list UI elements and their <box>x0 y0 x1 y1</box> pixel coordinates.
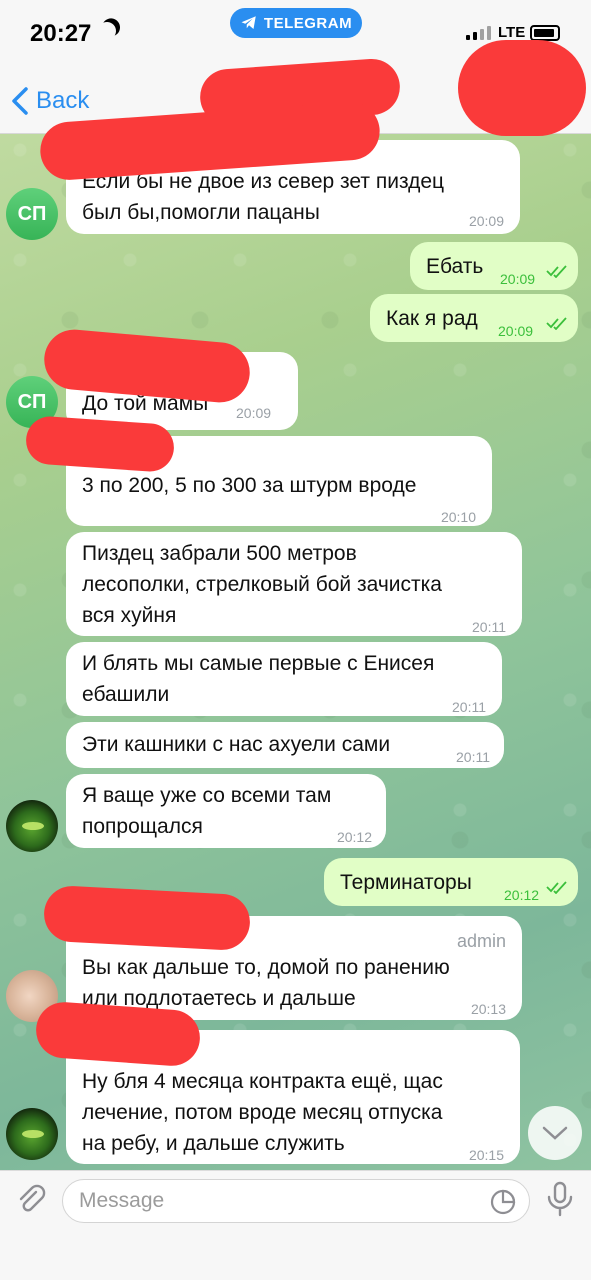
message-text: Пиздец забрали 500 метров лесополки, стр… <box>82 542 442 627</box>
message-text: Как я рад <box>386 307 478 330</box>
message-text: Я ваще уже со всеми там попрощался <box>82 784 332 838</box>
moon-icon <box>95 19 118 42</box>
avatar[interactable]: СП <box>6 188 58 240</box>
chevron-down-icon <box>542 1126 568 1140</box>
composer-bar <box>0 1170 591 1280</box>
paperclip-icon[interactable] <box>14 1183 48 1217</box>
message-time: 20:12 <box>504 887 540 903</box>
message-text: Если бы не двое из север зет пиздец был … <box>82 170 445 224</box>
message-time: 20:09 <box>500 271 536 287</box>
avatar[interactable] <box>6 800 58 852</box>
message-field[interactable] <box>62 1179 530 1223</box>
back-label: Back <box>36 87 90 114</box>
message-text: 3 по 200, 5 по 300 за штурм вроде <box>82 474 417 497</box>
chevron-left-icon <box>12 87 28 115</box>
message-time: 20:09 <box>236 405 272 421</box>
message-time: 20:15 <box>468 1147 504 1163</box>
double-check-icon <box>546 317 567 330</box>
message-bubble[interactable]: Терминаторы 20:12 <box>324 858 578 906</box>
message-time: 20:12 <box>336 829 372 845</box>
message-text: И блять мы самые первые с Енисея ебашили <box>82 652 435 706</box>
network-label: LTE <box>498 24 526 41</box>
telegram-pill-label: TELEGRAM <box>263 14 353 32</box>
telegram-pill[interactable]: TELEGRAM <box>230 8 362 38</box>
message-input[interactable] <box>79 1180 479 1222</box>
message-bubble[interactable]: И блять мы самые первые с Енисея ебашили… <box>66 642 502 716</box>
message-bubble[interactable]: Эти кашники с нас ахуели сами 20:11 <box>66 722 504 768</box>
avatar[interactable] <box>6 1108 58 1160</box>
message-text: Эти кашники с нас ахуели сами <box>82 733 391 756</box>
sticker-icon[interactable] <box>489 1188 517 1216</box>
double-check-icon <box>546 881 567 894</box>
message-text: Вы как дальше то, домой по ранению или п… <box>82 956 450 1010</box>
microphone-icon[interactable] <box>544 1181 576 1217</box>
message-time: 20:11 <box>456 749 490 765</box>
message-time: 20:10 <box>440 509 476 525</box>
back-button[interactable]: Back <box>10 86 89 116</box>
message-bubble[interactable]: Я ваще уже со всеми там попрощался 20:12 <box>66 774 386 848</box>
message-text: Терминаторы <box>340 871 472 894</box>
message-bubble[interactable]: Как я рад 20:09 <box>370 294 578 342</box>
message-time: 20:11 <box>452 699 486 715</box>
redaction-mark <box>34 1000 202 1068</box>
message-bubble[interactable]: Ебать 20:09 <box>410 242 578 290</box>
message-time: 20:11 <box>472 619 506 635</box>
signal-icon <box>466 24 491 40</box>
message-time: 20:09 <box>468 213 504 229</box>
message-bubble[interactable]: Пиздец забрали 500 метров лесополки, стр… <box>66 532 522 636</box>
scroll-down-button[interactable] <box>528 1106 582 1160</box>
message-text: Ну бля 4 месяца контракта ещё, щас лечен… <box>82 1070 443 1155</box>
battery-icon <box>530 25 560 41</box>
admin-badge: admin <box>456 931 506 951</box>
telegram-plane-icon <box>241 16 256 29</box>
message-time: 20:09 <box>498 323 534 339</box>
message-time: 20:13 <box>470 1001 506 1017</box>
redaction-mark <box>42 884 252 952</box>
redaction-mark <box>458 40 586 136</box>
status-time: 20:27 <box>30 20 92 47</box>
double-check-icon <box>546 265 567 278</box>
message-text: Ебать <box>426 255 484 278</box>
redaction-mark <box>24 414 176 474</box>
